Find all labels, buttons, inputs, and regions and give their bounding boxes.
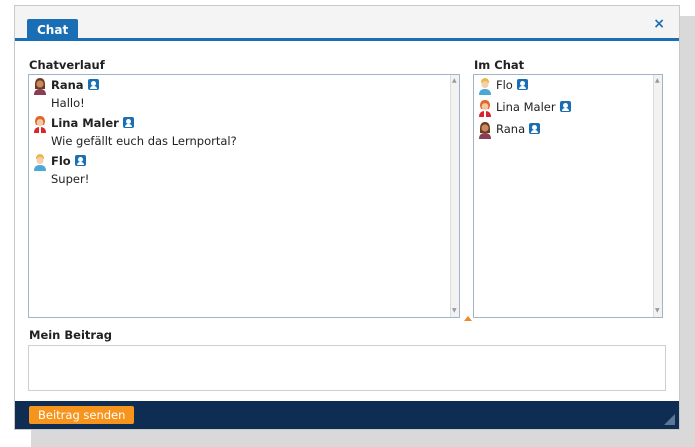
user-name: Rana (496, 122, 526, 136)
user-name: Lina Maler (496, 100, 556, 114)
resize-grip-icon[interactable] (664, 414, 675, 425)
scroll-down-icon[interactable]: ▼ (655, 308, 660, 314)
tab-chat[interactable]: Chat (27, 19, 79, 41)
participant-name: Rana (496, 122, 541, 136)
title-bar: Chat × (15, 6, 679, 41)
message-author: Flo (51, 154, 86, 168)
chat-window: Chat × Chatverlauf Rana Hallo! Lina Male… (14, 5, 680, 430)
close-icon[interactable]: × (653, 16, 665, 32)
post-input[interactable] (28, 345, 666, 391)
user-name: Flo (496, 78, 513, 92)
scroll-down-icon[interactable]: ▼ (452, 308, 457, 314)
author-name: Lina Maler (51, 116, 119, 130)
author-name: Flo (51, 154, 71, 168)
history-label: Chatverlauf (29, 58, 105, 72)
profile-icon[interactable] (74, 155, 86, 166)
chat-history-panel[interactable]: Rana Hallo! Lina Maler Wie gefällt euch … (28, 74, 460, 318)
woman-avatar-icon (34, 78, 46, 95)
participants-label: Im Chat (474, 58, 525, 72)
resize-handle-icon[interactable] (464, 316, 472, 321)
author-name: Rana (51, 78, 84, 92)
message-author: Rana (51, 78, 99, 92)
message-author: Lina Maler (51, 116, 134, 130)
scroll-up-icon[interactable]: ▲ (655, 78, 660, 84)
profile-icon[interactable] (87, 79, 99, 90)
participant-name: Flo (496, 78, 528, 92)
message-text: Wie gefällt euch das Lernportal? (51, 134, 237, 148)
participant-name: Lina Maler (496, 100, 571, 114)
redhead-avatar-icon (34, 116, 46, 133)
message-text: Super! (51, 172, 90, 186)
profile-icon[interactable] (559, 101, 571, 112)
footer-bar: Beitrag senden (15, 401, 679, 429)
profile-icon[interactable] (516, 79, 528, 90)
message-text: Hallo! (51, 96, 85, 110)
send-post-button[interactable]: Beitrag senden (29, 406, 135, 424)
redhead-avatar-icon (479, 100, 491, 117)
scroll-up-icon[interactable]: ▲ (452, 78, 457, 84)
participants-panel[interactable]: Flo Lina Maler Rana ▲ ▼ (473, 74, 663, 318)
post-label: Mein Beitrag (29, 328, 113, 342)
woman-avatar-icon (479, 122, 491, 139)
profile-icon[interactable] (122, 117, 134, 128)
profile-icon[interactable] (529, 123, 541, 134)
history-scrollbar[interactable]: ▲ ▼ (450, 75, 459, 317)
participants-scrollbar[interactable]: ▲ ▼ (653, 75, 662, 317)
boy-avatar-icon (479, 78, 491, 95)
boy-avatar-icon (34, 154, 46, 171)
